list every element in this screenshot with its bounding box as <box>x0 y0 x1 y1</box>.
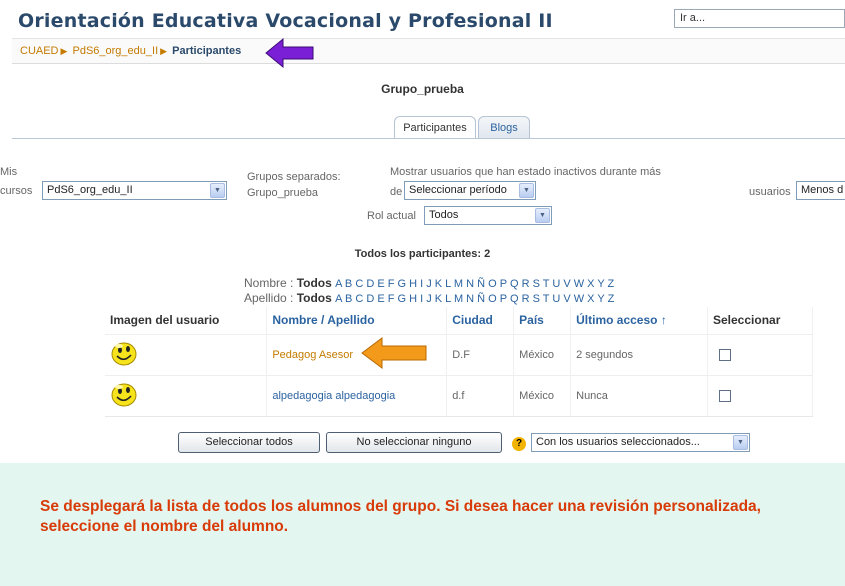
note-panel: Se desplegará la lista de todos los alum… <box>0 463 845 586</box>
inactive-prefix: de <box>390 186 403 198</box>
col-last-access[interactable]: Último acceso ↑ <box>570 307 708 334</box>
tab-blogs[interactable]: Blogs <box>478 116 530 139</box>
users-label: usuarios <box>749 186 791 198</box>
select-none-button[interactable]: No seleccionar ninguno <box>326 432 502 453</box>
user-name-link[interactable]: alpedagogia alpedagogia <box>272 390 395 402</box>
first-name-filter: Nombre : Todos A B C D E F G H I J K L M… <box>244 276 615 290</box>
note-text: Se desplegará la lista de todos los alum… <box>40 498 761 535</box>
breadcrumb-item-course[interactable]: PdS6_org_edu_II <box>73 45 159 57</box>
first-name-all-link[interactable]: Todos <box>297 276 332 290</box>
tab-divider <box>12 138 845 139</box>
breadcrumb-separator-icon: ▶ <box>160 46 168 56</box>
avatar-cell <box>105 333 268 375</box>
chevron-down-icon: ▼ <box>733 435 748 450</box>
last-access-cell: Nunca <box>570 374 708 417</box>
participants-total: Todos los participantes: 2 <box>354 248 491 260</box>
avatar-cell <box>105 374 268 417</box>
country-cell: México <box>513 374 572 417</box>
breadcrumb-separator-icon: ▶ <box>60 46 68 56</box>
chevron-down-icon: ▼ <box>535 208 550 223</box>
my-courses-label: Mis <box>0 166 18 178</box>
role-label: Rol actual <box>367 210 416 222</box>
my-courses-select[interactable]: PdS6_org_edu_II ▼ <box>42 181 227 200</box>
tab-participantes[interactable]: Participantes <box>394 116 476 139</box>
course-title: Orientación Educativa Vocacional y Profe… <box>18 10 553 32</box>
select-cell <box>707 374 813 417</box>
breadcrumb: CUAED ▶ PdS6_org_edu_II ▶ Participantes <box>20 45 241 57</box>
select-checkbox[interactable] <box>719 389 731 402</box>
groups-label: Grupos separados: <box>247 171 341 183</box>
jump-to-select[interactable]: Ir a... <box>674 9 845 28</box>
users-select[interactable]: Menos d <box>796 181 845 200</box>
period-select[interactable]: Seleccionar período ▼ <box>404 181 536 200</box>
purple-arrow-annotation-icon <box>265 37 314 69</box>
select-cell <box>707 333 813 375</box>
with-selected-select[interactable]: Con los usuarios seleccionados... ▼ <box>531 433 750 452</box>
help-icon[interactable]: ? <box>512 437 526 451</box>
city-cell: d.f <box>446 374 515 417</box>
inactive-label: Mostrar usuarios que han estado inactivo… <box>390 166 661 178</box>
city-cell: D.F <box>446 333 515 375</box>
group-title: Grupo_prueba <box>381 82 464 96</box>
chevron-down-icon: ▼ <box>210 183 225 198</box>
groups-value: Grupo_prueba <box>247 187 318 199</box>
last-name-all-link[interactable]: Todos <box>297 291 332 305</box>
breadcrumb-item-cuaed[interactable]: CUAED <box>20 45 59 57</box>
orange-arrow-annotation-icon <box>361 337 427 369</box>
table-row: alpedagogia alpedagogia d.f México Nunca <box>105 374 813 417</box>
first-name-letters[interactable]: A B C D E F G H I J K L M N Ñ O P Q R S … <box>335 278 614 290</box>
select-checkbox[interactable] <box>719 348 731 361</box>
user-name-cell[interactable]: alpedagogia alpedagogia <box>266 374 448 417</box>
my-courses-label-2: cursos <box>0 185 33 197</box>
last-name-letters[interactable]: A B C D E F G H I J K L M N Ñ O P Q R S … <box>335 293 614 305</box>
breadcrumb-bar: CUAED ▶ PdS6_org_edu_II ▶ Participantes <box>12 38 845 64</box>
country-cell: México <box>513 333 572 375</box>
smiley-icon[interactable] <box>110 339 141 367</box>
select-all-button[interactable]: Seleccionar todos <box>178 432 320 453</box>
table-row: Pedagog Asesor D.F México 2 segundos <box>105 333 813 375</box>
col-country[interactable]: País <box>513 307 572 334</box>
participants-table: Imagen del usuario Nombre / Apellido Ciu… <box>105 307 813 417</box>
last-name-filter: Apellido : Todos A B C D E F G H I J K L… <box>244 291 615 305</box>
smiley-icon[interactable] <box>110 380 141 408</box>
breadcrumb-item-current: Participantes <box>172 45 242 57</box>
col-name[interactable]: Nombre / Apellido <box>266 307 448 334</box>
role-select[interactable]: Todos ▼ <box>424 206 552 225</box>
col-city[interactable]: Ciudad <box>446 307 515 334</box>
user-name-link[interactable]: Pedagog Asesor <box>272 349 353 361</box>
col-select: Seleccionar <box>707 307 813 334</box>
last-access-cell: 2 segundos <box>570 333 708 375</box>
table-header-row: Imagen del usuario Nombre / Apellido Ciu… <box>105 307 813 334</box>
col-user-image: Imagen del usuario <box>105 307 268 334</box>
chevron-down-icon: ▼ <box>519 183 534 198</box>
